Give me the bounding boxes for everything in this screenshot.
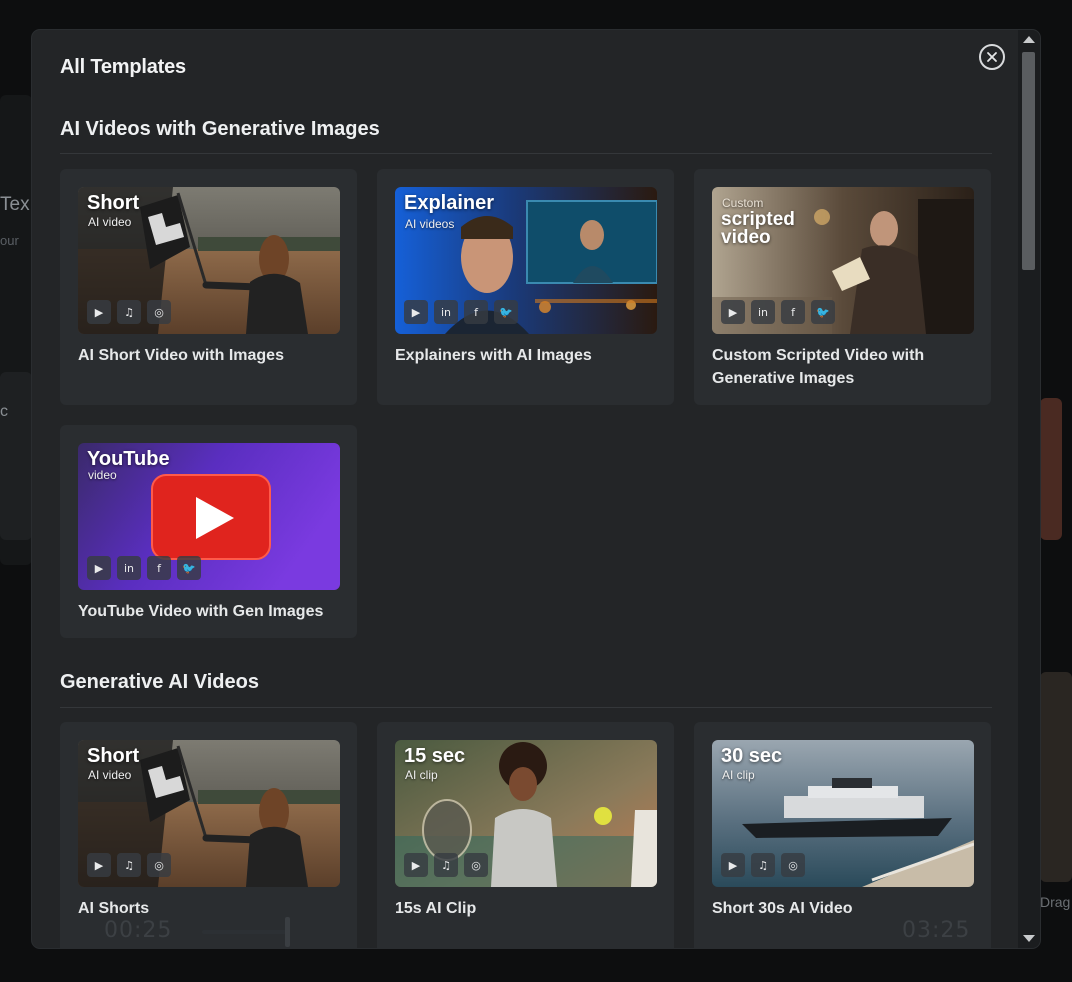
section-title-generative-ai-videos: Generative AI Videos (60, 671, 259, 693)
template-card-custom-scripted-video[interactable]: Custom scripted video ▶ in f 🐦 Custom Sc… (694, 169, 991, 405)
scroll-up-arrow-icon[interactable] (1023, 36, 1035, 43)
template-label: Custom Scripted Video with Generative Im… (712, 347, 925, 387)
facebook-icon: f (464, 300, 488, 324)
tiktok-icon: ♫ (117, 853, 141, 877)
thumbnail-subtitle: AI videos (405, 217, 455, 231)
template-label: Short 30s AI Video (712, 900, 853, 917)
player-total-time: 03:25 (902, 918, 971, 943)
all-templates-modal: All Templates AI Videos with Generative … (32, 30, 1040, 948)
template-thumbnail: 30 sec AI clip ▶ ♫ ◎ (712, 740, 974, 887)
modal-title: All Templates (60, 56, 186, 78)
player-progress-track[interactable] (202, 930, 288, 934)
instagram-icon: ◎ (781, 853, 805, 877)
platform-icons: ▶ ♫ ◎ (721, 853, 805, 877)
youtube-icon: ▶ (87, 556, 111, 580)
thumbnail-title: 15 sec (404, 745, 466, 767)
template-label: Explainers with AI Images (395, 347, 592, 364)
youtube-icon: ▶ (721, 300, 745, 324)
background-drag-fragment: Drag (1040, 894, 1071, 910)
instagram-icon: ◎ (147, 853, 171, 877)
thumbnail-title: Short (87, 745, 140, 767)
background-letter-fragment: c (0, 403, 8, 420)
youtube-icon: ▶ (87, 300, 111, 324)
template-thumbnail: 15 sec AI clip ▶ ♫ ◎ (395, 740, 657, 887)
thumbnail-title-line1: scripted (721, 209, 795, 230)
instagram-icon: ◎ (147, 300, 171, 324)
background-card-right (1040, 398, 1062, 540)
linkedin-icon: in (751, 300, 775, 324)
instagram-icon: ◎ (464, 853, 488, 877)
platform-icons: ▶ ♫ ◎ (404, 853, 488, 877)
background-title-fragment: Tex (0, 194, 30, 215)
platform-icons: ▶ ♫ ◎ (87, 300, 171, 324)
facebook-icon: f (781, 300, 805, 324)
twitter-icon: 🐦 (177, 556, 201, 580)
thumbnail-title-line2: video (721, 227, 771, 248)
thumbnail-title: Explainer (404, 192, 495, 214)
tiktok-icon: ♫ (117, 300, 141, 324)
platform-icons: ▶ ♫ ◎ (87, 853, 171, 877)
template-thumbnail: Short AI video ▶ ♫ ◎ (78, 187, 340, 334)
platform-icons: ▶ in f 🐦 (87, 556, 201, 580)
player-progress-handle[interactable] (285, 917, 290, 947)
youtube-icon: ▶ (87, 853, 111, 877)
template-thumbnail: YouTube video ▶ in f 🐦 (78, 443, 340, 590)
template-card-ai-shorts[interactable]: Short AI video ▶ ♫ ◎ AI Shorts (60, 722, 357, 948)
background-subtitle-fragment: our (0, 233, 19, 248)
thumbnail-subtitle: video (88, 468, 117, 482)
template-label: 15s AI Clip (395, 900, 477, 917)
background-card-right-lower (1040, 672, 1072, 882)
template-thumbnail: Short AI video ▶ ♫ ◎ (78, 740, 340, 887)
platform-icons: ▶ in f 🐦 (404, 300, 518, 324)
thumbnail-subtitle: AI video (88, 215, 132, 229)
youtube-icon: ▶ (404, 300, 428, 324)
youtube-icon: ▶ (404, 853, 428, 877)
template-label: YouTube Video with Gen Images (78, 603, 324, 620)
close-button[interactable] (979, 44, 1005, 70)
template-card-youtube-video-gen-images[interactable]: YouTube video ▶ in f 🐦 YouTube Video wit… (60, 425, 357, 638)
thumbnail-title-small: Custom (722, 196, 764, 210)
modal-scrollbar[interactable] (1018, 30, 1040, 948)
linkedin-icon: in (434, 300, 458, 324)
section-title-ai-videos-gen-images: AI Videos with Generative Images (60, 118, 380, 140)
template-thumbnail: Custom scripted video ▶ in f 🐦 (712, 187, 974, 334)
section-divider (60, 707, 992, 708)
template-label: AI Short Video with Images (78, 347, 284, 364)
scrollbar-thumb[interactable] (1022, 52, 1035, 270)
scroll-down-arrow-icon[interactable] (1023, 935, 1035, 942)
thumbnail-subtitle: AI video (88, 768, 132, 782)
thumbnail-title: 30 sec (721, 745, 783, 767)
background-card-left (0, 372, 32, 540)
platform-icons: ▶ in f 🐦 (721, 300, 835, 324)
tiktok-icon: ♫ (751, 853, 775, 877)
templates-scroll-area[interactable]: All Templates AI Videos with Generative … (32, 30, 1018, 948)
thumbnail-title: Short (87, 192, 140, 214)
twitter-icon: 🐦 (811, 300, 835, 324)
facebook-icon: f (147, 556, 171, 580)
template-thumbnail: Explainer AI videos ▶ in f 🐦 (395, 187, 657, 334)
youtube-icon: ▶ (721, 853, 745, 877)
template-card-15s-ai-clip[interactable]: 15 sec AI clip ▶ ♫ ◎ 15s AI Clip (377, 722, 674, 948)
linkedin-icon: in (117, 556, 141, 580)
player-current-time: 00:25 (104, 918, 173, 943)
twitter-icon: 🐦 (494, 300, 518, 324)
thumbnail-subtitle: AI clip (405, 768, 438, 782)
template-card-short-30s-ai-video[interactable]: 30 sec AI clip ▶ ♫ ◎ Short 30s AI Video (694, 722, 991, 948)
tiktok-icon: ♫ (434, 853, 458, 877)
template-card-ai-short-video-images[interactable]: Short AI video ▶ ♫ ◎ AI Short Video with… (60, 169, 357, 405)
thumbnail-title: YouTube (87, 448, 170, 470)
thumbnail-subtitle: AI clip (722, 768, 755, 782)
template-card-explainers-ai-images[interactable]: Explainer AI videos ▶ in f 🐦 Explainers … (377, 169, 674, 405)
section-divider (60, 153, 992, 154)
template-label: AI Shorts (78, 900, 150, 917)
close-icon (987, 52, 997, 62)
